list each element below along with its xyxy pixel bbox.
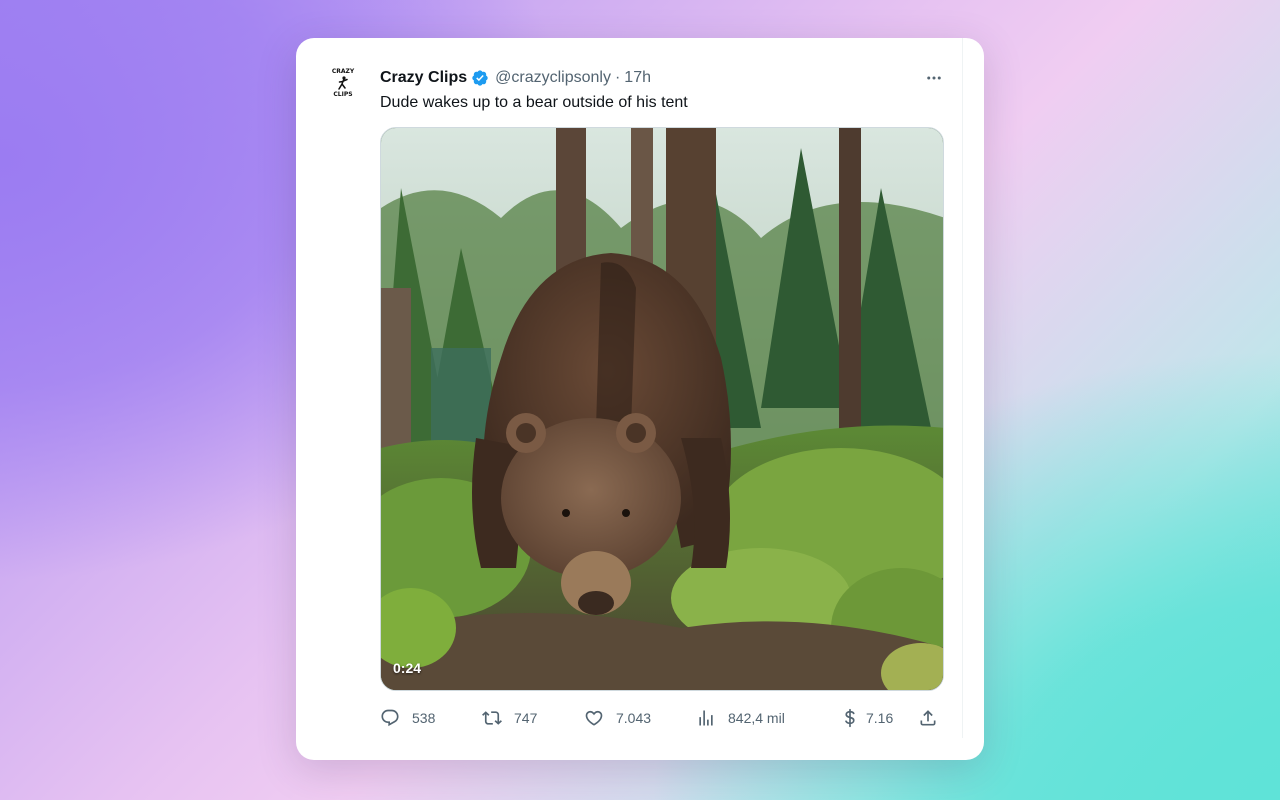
retweet-icon xyxy=(482,708,502,728)
like-count: 7.043 xyxy=(616,710,652,726)
retweet-count: 747 xyxy=(514,710,538,726)
reply-icon xyxy=(380,708,400,728)
verified-badge-icon xyxy=(471,69,489,87)
author-name[interactable]: Crazy Clips xyxy=(380,69,467,87)
card-divider xyxy=(962,38,963,738)
heart-icon xyxy=(584,708,604,728)
header-separator: · xyxy=(614,69,621,86)
tip-amount: 7.16 xyxy=(866,710,894,726)
avatar[interactable]: CRAZY CLIPS xyxy=(328,68,358,108)
avatar-text-bottom: CLIPS xyxy=(333,91,353,98)
dollar-icon xyxy=(840,708,860,728)
reply-count: 538 xyxy=(412,710,436,726)
share-button[interactable] xyxy=(918,704,938,732)
video-duration: 0:24 xyxy=(393,660,422,676)
views-count: 842,4 mil xyxy=(728,710,785,726)
author-handle[interactable]: @crazyclipsonly xyxy=(495,69,611,87)
avatar-figure-icon xyxy=(338,76,348,90)
share-icon xyxy=(918,708,938,728)
tweet-card: CRAZY CLIPS Crazy Clips @crazyclipsonly … xyxy=(296,38,984,760)
video-player[interactable]: 0:24 xyxy=(380,127,944,691)
views-chart-icon xyxy=(696,708,716,728)
reply-button[interactable]: 538 xyxy=(380,704,435,732)
video-frame xyxy=(381,128,943,690)
avatar-text-top: CRAZY xyxy=(331,68,355,75)
tweet-header: Crazy Clips @crazyclipsonly · 17h xyxy=(380,68,651,88)
tweet-time[interactable]: 17h xyxy=(624,69,651,87)
retweet-button[interactable]: 747 xyxy=(482,704,537,732)
more-horizontal-icon[interactable] xyxy=(922,68,946,88)
like-button[interactable]: 7.043 xyxy=(584,704,651,732)
views-button[interactable]: 842,4 mil xyxy=(696,704,785,732)
action-bar: 538 747 7.043 842,4 mil 7.16 xyxy=(380,704,944,732)
tip-button[interactable]: 7.16 xyxy=(840,704,893,732)
tweet-text: Dude wakes up to a bear outside of his t… xyxy=(380,94,688,111)
